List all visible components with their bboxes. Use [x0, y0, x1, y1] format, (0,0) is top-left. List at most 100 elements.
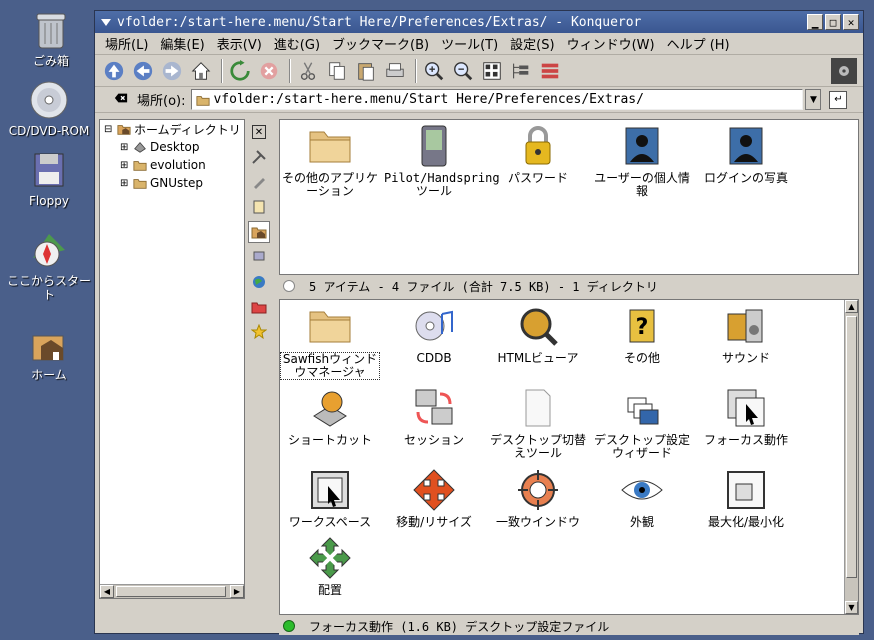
desktop-icon-cdrom[interactable]: CD/DVD-ROM: [4, 78, 94, 138]
folder-icon: [309, 131, 351, 163]
sidebar-tab-favorites[interactable]: [248, 321, 270, 343]
forward-button[interactable]: [159, 58, 185, 84]
home-icon: [32, 335, 64, 361]
desktop-icon-start-here[interactable]: ここからスタート: [4, 228, 94, 302]
file-item[interactable]: 配置: [280, 536, 380, 597]
main-toolbar: [95, 55, 863, 87]
top-file-view[interactable]: その他のアプリケーション Pilot/Handspringツール パスワード ユ…: [279, 119, 859, 275]
sidebar-close-button[interactable]: ✕: [248, 121, 270, 143]
bottom-file-view[interactable]: Sawfishウィンドウマネージャ CDDB HTMLビューア ? その他 サウ…: [279, 299, 859, 615]
print-button[interactable]: [382, 58, 408, 84]
misc-icon: ?: [629, 309, 655, 343]
stop-button[interactable]: [256, 58, 282, 84]
sidebar-tab-bookmarks[interactable]: [248, 171, 270, 193]
icon-view-button[interactable]: [479, 58, 505, 84]
directory-tree[interactable]: ⊟ ホームディレクトリ ⊞ Desktop ⊞ evolution ⊞ GNUs…: [99, 119, 245, 599]
file-item[interactable]: Pilot/Handspringツール: [384, 124, 500, 198]
vertical-scrollbar[interactable]: ▲ ▼: [844, 300, 858, 614]
file-item[interactable]: ワークスペース: [280, 468, 380, 529]
desktop-icon-floppy[interactable]: Floppy: [4, 148, 94, 208]
scroll-thumb[interactable]: [846, 316, 857, 578]
scroll-down-arrow[interactable]: ▼: [845, 601, 858, 614]
menu-bookmarks[interactable]: ブックマーク(B): [332, 34, 429, 53]
zoom-out-button[interactable]: [450, 58, 476, 84]
menu-settings[interactable]: 設定(S): [510, 34, 554, 53]
file-item[interactable]: 最大化/最小化: [696, 468, 796, 529]
menu-window[interactable]: ウィンドウ(W): [567, 34, 655, 53]
clear-location-button[interactable]: [113, 91, 129, 108]
desktop-icon-home[interactable]: ホーム: [4, 322, 94, 382]
scroll-thumb[interactable]: [116, 586, 226, 597]
status-indicator[interactable]: [283, 620, 295, 632]
location-input[interactable]: vfolder:/start-here.menu/Start Here/Pref…: [191, 89, 804, 110]
file-item[interactable]: ? その他: [592, 304, 692, 365]
file-item[interactable]: パスワード: [488, 124, 588, 185]
tree-item-home[interactable]: ⊟ ホームディレクトリ: [100, 120, 244, 138]
menu-go[interactable]: 進む(G): [274, 34, 320, 53]
sidebar-tab-root[interactable]: [248, 296, 270, 318]
file-item[interactable]: デスクトップ切替えツール: [488, 386, 588, 460]
file-item[interactable]: フォーカス動作: [696, 386, 796, 447]
toolbar-separator: [415, 58, 417, 83]
sidebar-tab-web[interactable]: [248, 271, 270, 293]
menu-help[interactable]: ヘルプ (H): [667, 34, 730, 53]
file-item[interactable]: ユーザーの個人情報: [592, 124, 692, 198]
home-button[interactable]: [188, 58, 214, 84]
tree-item-desktop[interactable]: ⊞ Desktop: [100, 138, 244, 156]
file-item[interactable]: ショートカット: [280, 386, 380, 447]
expand-icon[interactable]: ⊞: [120, 160, 132, 171]
status-indicator[interactable]: [283, 280, 295, 292]
file-item[interactable]: その他のアプリケーション: [280, 124, 380, 198]
file-item[interactable]: 移動/リサイズ: [384, 468, 484, 529]
back-button[interactable]: [130, 58, 156, 84]
tree-view-button[interactable]: [508, 58, 534, 84]
maximize-button[interactable]: □: [825, 14, 841, 30]
sidebar-tab-network[interactable]: [248, 246, 270, 268]
scroll-up-arrow[interactable]: ▲: [845, 300, 858, 313]
zoom-in-icon: [425, 61, 444, 80]
menu-edit[interactable]: 編集(E): [160, 34, 204, 53]
collapse-icon[interactable]: ⊟: [104, 124, 116, 135]
tree-item-evolution[interactable]: ⊞ evolution: [100, 156, 244, 174]
expand-icon[interactable]: ⊞: [120, 178, 132, 189]
tree-item-label: Desktop: [150, 140, 200, 154]
window-menu-icon[interactable]: [99, 15, 113, 29]
file-item[interactable]: サウンド: [696, 304, 796, 365]
zoom-in-button[interactable]: [421, 58, 447, 84]
menu-location[interactable]: 場所(L): [105, 34, 148, 53]
sidebar-tab-config[interactable]: [248, 146, 270, 168]
file-item[interactable]: ログインの写真: [696, 124, 796, 185]
desktop-icon-trash[interactable]: ごみ箱: [6, 8, 96, 68]
up-button[interactable]: [101, 58, 127, 84]
file-item[interactable]: セッション: [384, 386, 484, 447]
file-item[interactable]: 一致ウインドウ: [488, 468, 588, 529]
paste-button[interactable]: [353, 58, 379, 84]
file-item[interactable]: HTMLビューア: [488, 304, 588, 365]
throbber[interactable]: [831, 57, 857, 84]
menu-view[interactable]: 表示(V): [217, 34, 262, 53]
location-dropdown[interactable]: ▼: [805, 89, 822, 110]
reload-icon: [230, 59, 250, 81]
expand-icon[interactable]: ⊞: [120, 142, 132, 153]
file-item[interactable]: 外観: [592, 468, 692, 529]
file-item[interactable]: Sawfishウィンドウマネージャ: [280, 304, 380, 380]
tree-item-gnustep[interactable]: ⊞ GNUstep: [100, 174, 244, 192]
scroll-left-arrow[interactable]: ◀: [100, 585, 114, 598]
minimize-button[interactable]: ▁: [807, 14, 823, 30]
login-photo-icon: [729, 127, 763, 165]
reload-button[interactable]: [227, 58, 253, 84]
sidebar-tab-home[interactable]: [248, 221, 270, 243]
go-button[interactable]: ↵: [829, 90, 848, 109]
scroll-right-arrow[interactable]: ▶: [230, 585, 244, 598]
tree-horizontal-scrollbar[interactable]: ◀ ▶: [100, 584, 244, 598]
title-bar[interactable]: vfolder:/start-here.menu/Start Here/Pref…: [95, 11, 863, 33]
sidebar-tabs: ✕: [247, 119, 273, 599]
close-button[interactable]: ✕: [843, 14, 859, 30]
menu-tools[interactable]: ツール(T): [441, 34, 498, 53]
file-item[interactable]: デスクトップ設定ウィザード: [592, 386, 692, 460]
copy-button[interactable]: [324, 58, 350, 84]
cut-button[interactable]: [295, 58, 321, 84]
file-item[interactable]: CDDB: [384, 304, 484, 365]
list-view-button[interactable]: [537, 58, 563, 84]
sidebar-tab-history[interactable]: [248, 196, 270, 218]
